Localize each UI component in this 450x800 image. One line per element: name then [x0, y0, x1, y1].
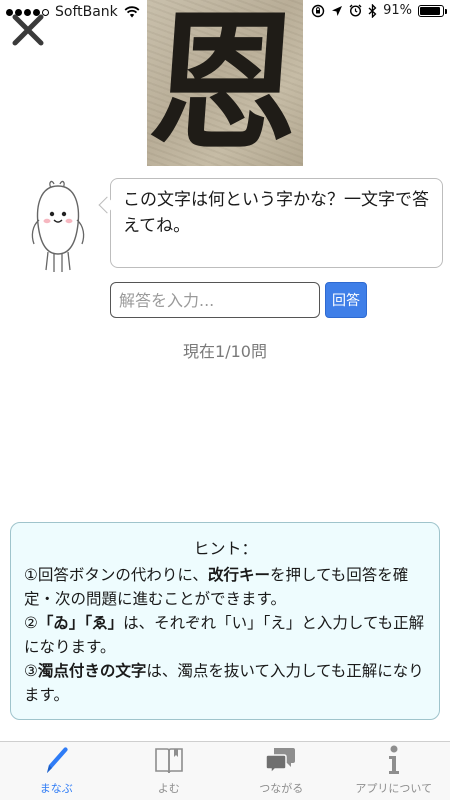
pencil-icon	[39, 743, 73, 777]
calligraphy-character: 恩	[147, 0, 303, 166]
hint-item-enter-key: ①回答ボタンの代わりに、改行キーを押しても回答を確定・次の問題に進むことができま…	[24, 566, 409, 608]
mascot-character	[31, 180, 85, 272]
hint-box: ヒント： ①回答ボタンの代わりに、改行キーを押しても回答を確定・次の問題に進むこ…	[10, 522, 440, 720]
app-screen: SoftBank 16:55	[0, 0, 450, 800]
info-icon	[377, 743, 411, 777]
tab-label: よむ	[157, 782, 180, 795]
chat-bubbles-icon	[264, 743, 298, 777]
battery-percentage: 91%	[383, 3, 412, 18]
status-right: 91%	[311, 3, 447, 18]
close-button[interactable]	[10, 12, 46, 48]
close-icon	[12, 14, 44, 46]
tab-tsunagaru[interactable]: つながる	[225, 742, 338, 800]
book-icon	[152, 743, 186, 777]
battery-icon	[418, 4, 447, 17]
battery-level	[420, 6, 441, 15]
tab-label: まなぶ	[39, 782, 73, 795]
tab-bar: まなぶ よむ つながる アプリについて	[0, 741, 450, 800]
tab-label: つながる	[259, 782, 304, 795]
alarm-icon	[349, 4, 362, 17]
hint-item-old-kana: ②「ゐ」「ゑ」は、それぞれ「い」「え」と入力しても正解になります。	[24, 614, 425, 656]
question-text: この文字は何という字かな？一文字で答えてね。	[123, 190, 429, 236]
tab-yomu[interactable]: よむ	[113, 742, 226, 800]
hint-title: ヒント：	[193, 539, 258, 558]
location-arrow-icon	[332, 5, 343, 16]
tab-about-app[interactable]: アプリについて	[338, 742, 450, 800]
bluetooth-icon	[368, 3, 377, 18]
tab-manabu[interactable]: まなぶ	[0, 742, 113, 800]
answer-input[interactable]	[110, 282, 320, 318]
question-bubble: この文字は何という字かな？一文字で答えてね。	[110, 178, 443, 268]
hint-item-dakuten: ③濁点付きの文字は、濁点を抜いて入力しても正解になります。	[24, 662, 424, 704]
rotation-lock-icon	[311, 4, 325, 17]
answer-button[interactable]: 回答	[325, 282, 367, 318]
progress-text: 現在1/10問	[183, 342, 267, 361]
calligraphy-image: 恩	[147, 0, 303, 166]
tab-label: アプリについて	[355, 782, 433, 795]
